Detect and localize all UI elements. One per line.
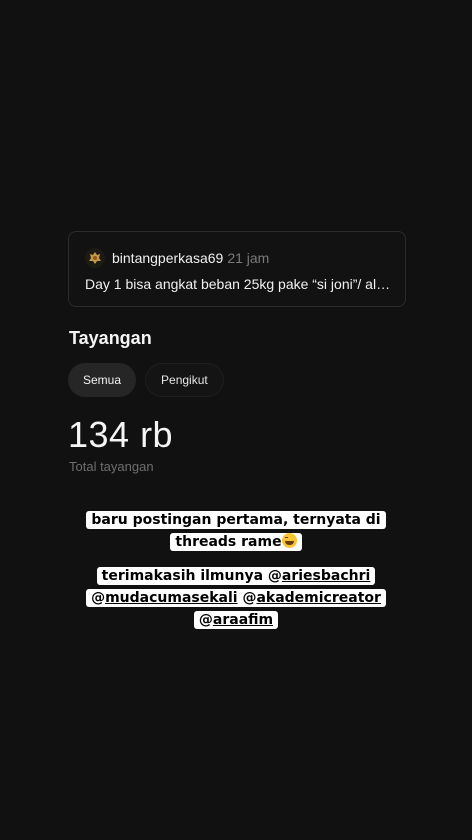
views-filter-tabs: Semua Pengikut (68, 363, 224, 397)
mention-at-icon: @ (198, 612, 213, 628)
story-thanks-line-3: @araafim (193, 611, 279, 629)
mention-araafim[interactable]: araafim (213, 612, 273, 628)
story-caption-line-1: baru postingan pertama, ternyata di (86, 511, 386, 529)
story-caption-sticker[interactable]: baru postingan pertama, ternyata di thre… (0, 509, 472, 553)
mention-ariesbachri[interactable]: ariesbachri (282, 568, 370, 584)
tab-pengikut[interactable]: Pengikut (145, 363, 224, 397)
total-views-label: Total tayangan (69, 459, 154, 474)
post-text: Day 1 bisa angkat beban 25kg pake “si jo… (85, 276, 395, 292)
story-thanks-line-1: terimakasih ilmunya @ariesbachri (96, 567, 376, 585)
mention-akademicreator[interactable]: akademicreator (256, 590, 380, 606)
story-thanks-text: terimakasih ilmunya (101, 568, 264, 584)
mention-at-icon: @ (242, 590, 257, 606)
story-thanks-line-2: @mudacumasekali @akademicreator (86, 589, 386, 607)
post-timestamp: 21 jam (227, 250, 270, 266)
tab-semua[interactable]: Semua (68, 363, 137, 397)
views-title: Tayangan (69, 328, 152, 348)
mention-at-icon: @ (91, 590, 106, 606)
avatar[interactable] (85, 248, 105, 268)
grinning-sweat-emoji-icon (281, 533, 297, 548)
mention-at-icon: @ (267, 568, 282, 584)
post-header: bintangperkasa69 21 jam (85, 248, 269, 268)
story-thanks-sticker[interactable]: terimakasih ilmunya @ariesbachri @mudacu… (0, 565, 472, 631)
story-caption-line-2: threads rame (170, 533, 302, 551)
story-caption-text-2: threads rame (175, 534, 282, 550)
lion-crest-icon (89, 252, 101, 264)
story-caption-text-1: baru postingan pertama, ternyata di (91, 512, 381, 528)
post-username[interactable]: bintangperkasa69 (112, 250, 223, 266)
post-preview-card[interactable]: bintangperkasa69 21 jam Day 1 bisa angka… (68, 231, 406, 307)
total-views-count: 134 rb (68, 414, 174, 455)
mention-mudacumasekali[interactable]: mudacumasekali (105, 590, 238, 606)
